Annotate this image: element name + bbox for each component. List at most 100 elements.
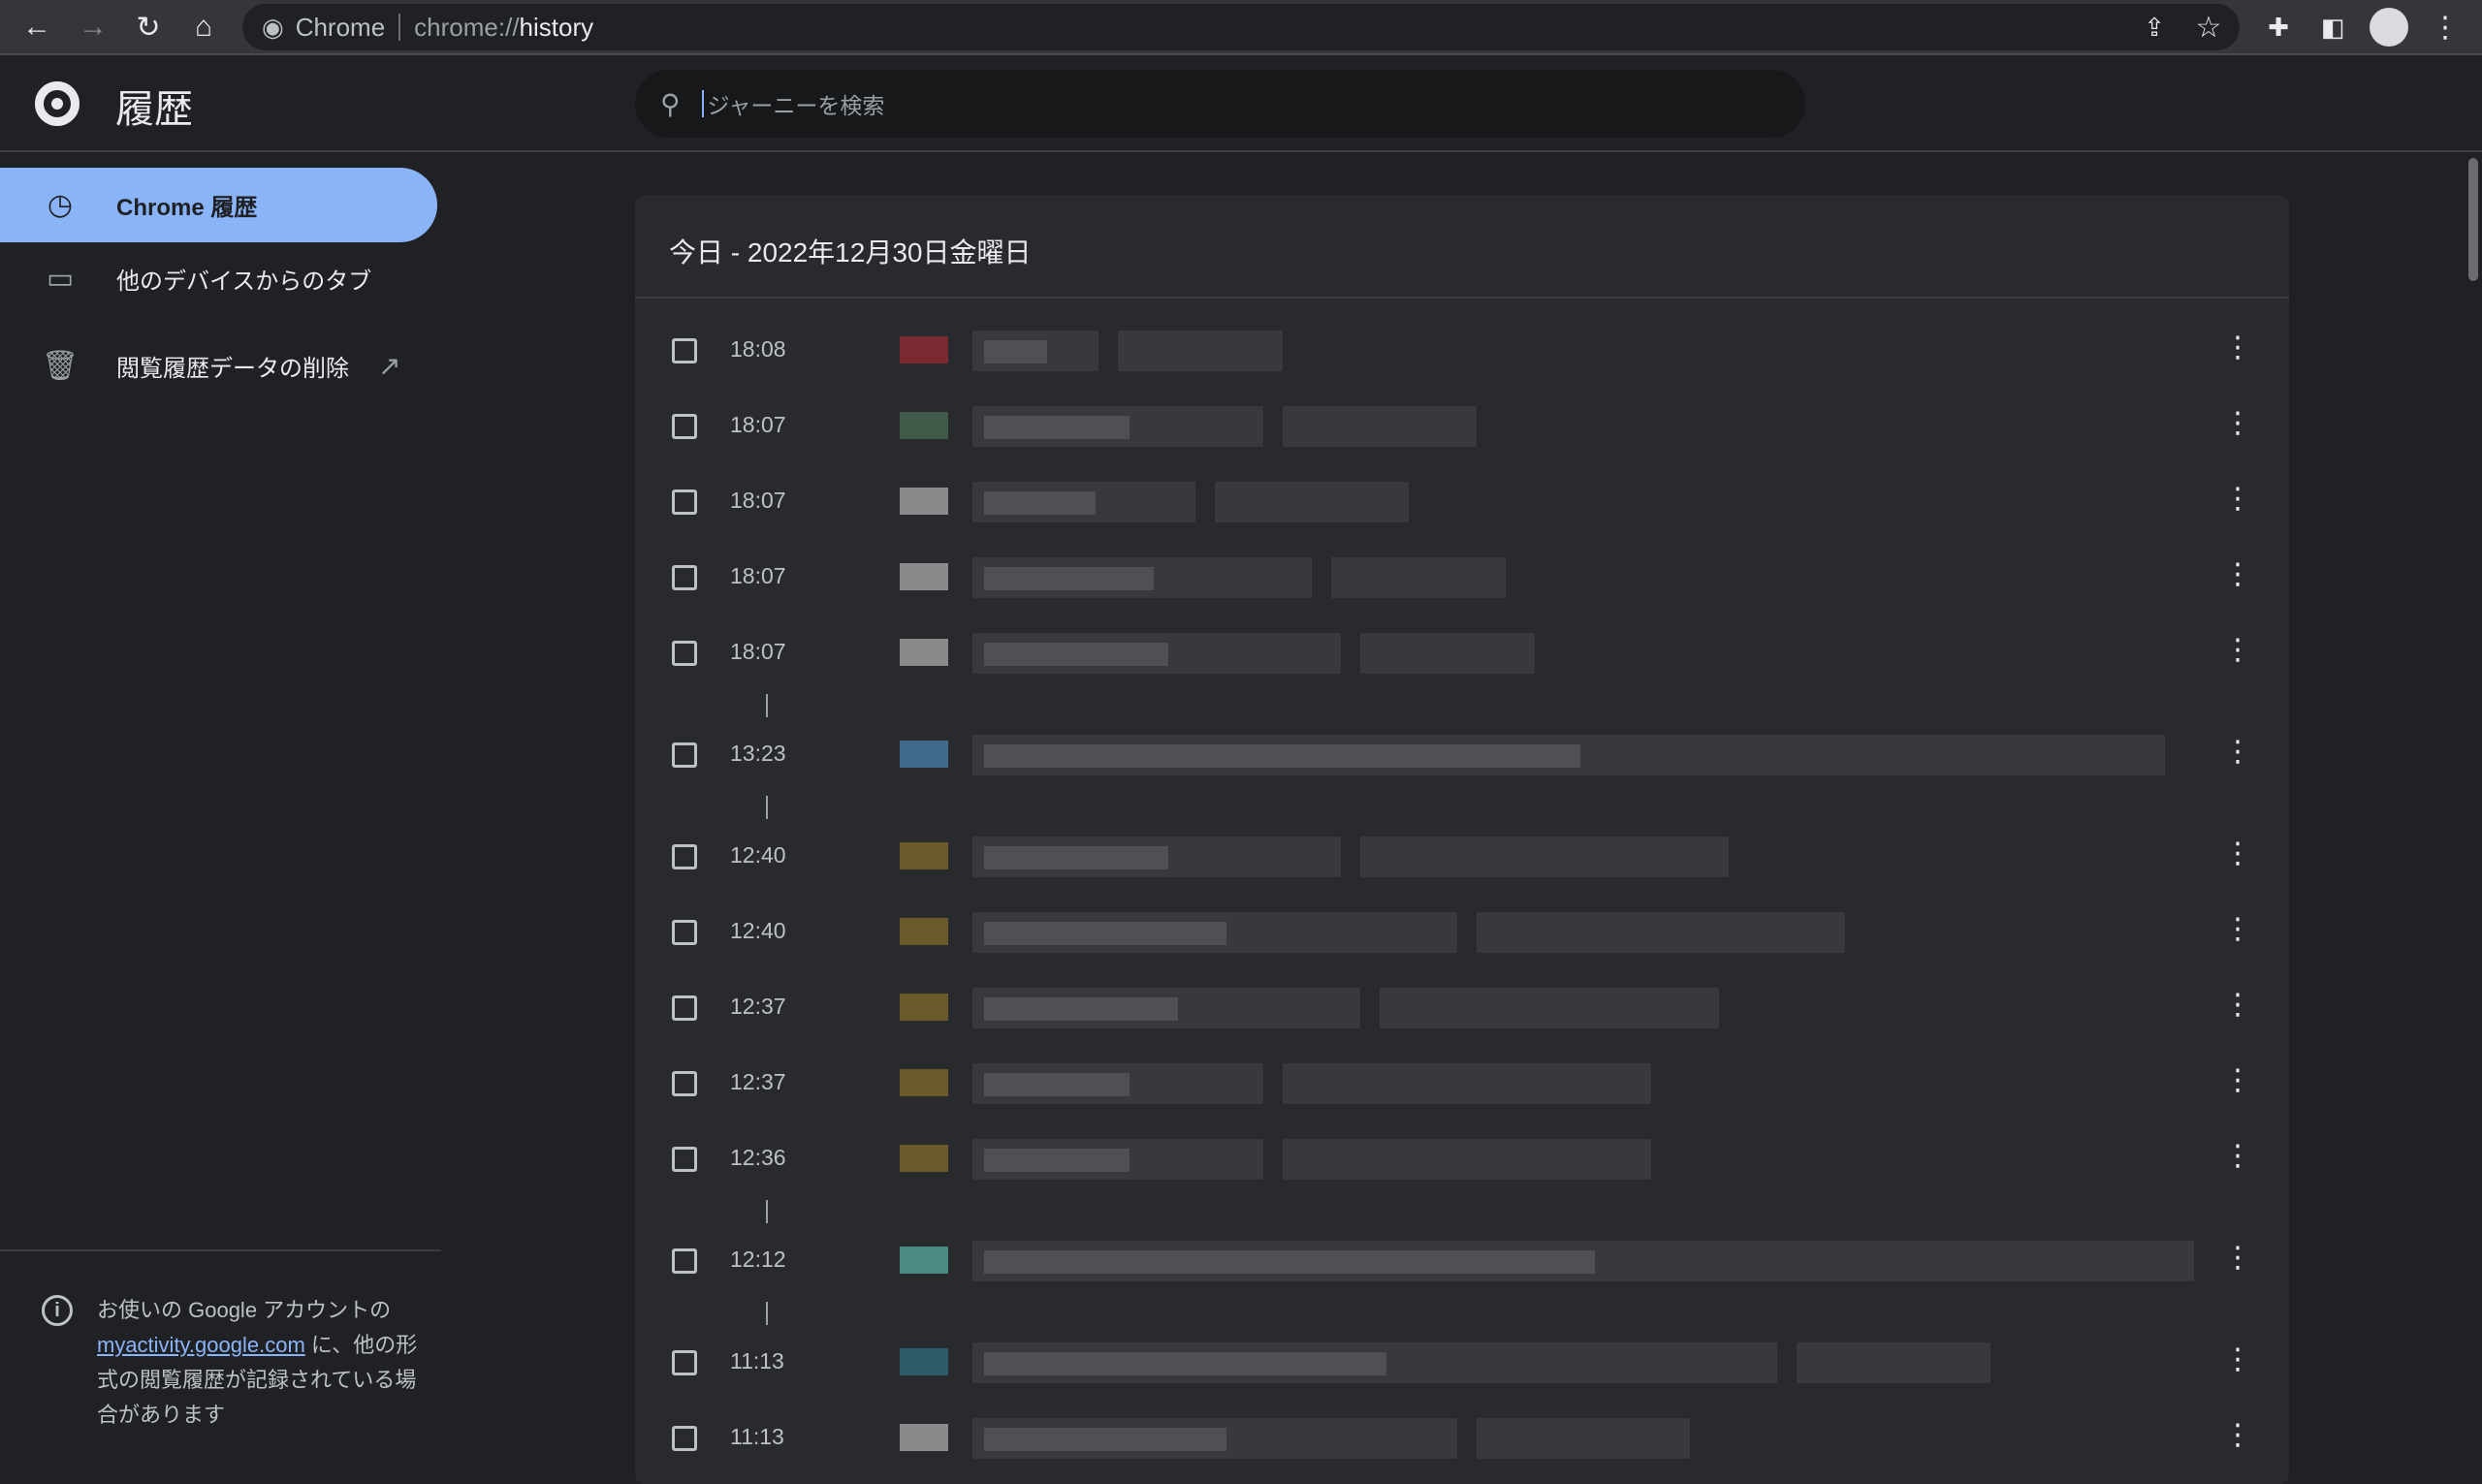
back-icon[interactable]: ← <box>17 8 56 47</box>
more-actions-icon[interactable]: ⋮ <box>2223 735 2252 769</box>
blurred-title-detail <box>984 997 1178 1021</box>
search-placeholder: ジャーニーを検索 <box>707 93 885 118</box>
blurred-title-detail <box>984 1149 1130 1172</box>
blurred-domain <box>1477 1418 1690 1459</box>
row-checkbox[interactable] <box>672 1248 697 1274</box>
star-icon[interactable]: ☆ <box>2189 8 2228 47</box>
row-checkbox[interactable] <box>672 1147 697 1172</box>
search-input[interactable]: ⚲ ジャーニーを検索 <box>635 70 1805 138</box>
row-time: 12:36 <box>730 1145 786 1170</box>
time-gap-line <box>766 796 768 819</box>
history-row[interactable]: 12:37 ⋮ <box>635 1046 2289 1121</box>
day-title: 今日 - 2022年12月30日金曜日 <box>669 237 1032 268</box>
sidebar-item-chrome-history[interactable]: ◷ Chrome 履歴 <box>0 168 437 242</box>
favicon-icon <box>900 1069 948 1096</box>
favicon-icon <box>900 994 948 1021</box>
history-row[interactable]: 18:08 ⋮ <box>635 313 2289 389</box>
row-time: 13:23 <box>730 741 786 766</box>
blurred-domain <box>1283 406 1477 447</box>
row-checkbox[interactable] <box>672 641 697 666</box>
omnibox-separator <box>398 14 401 41</box>
sidebar-item-label: Chrome 履歴 <box>116 195 258 221</box>
sidebar-item-other-devices[interactable]: ▭ 他のデバイスからのタブ <box>0 241 437 316</box>
more-actions-icon[interactable]: ⋮ <box>2223 1139 2252 1173</box>
history-row[interactable]: 11:13 ⋮ <box>635 1401 2289 1476</box>
sidebar-item-label: 他のデバイスからのタブ <box>116 268 372 295</box>
more-actions-icon[interactable]: ⋮ <box>2223 912 2252 946</box>
row-checkbox[interactable] <box>672 414 697 439</box>
favicon-icon <box>900 1424 948 1451</box>
favicon-icon <box>900 842 948 869</box>
more-actions-icon[interactable]: ⋮ <box>2223 557 2252 591</box>
time-gap-line <box>766 694 768 717</box>
more-actions-icon[interactable]: ⋮ <box>2223 406 2252 440</box>
side-panel-icon[interactable]: ◧ <box>2313 8 2352 47</box>
chrome-logo-icon <box>35 81 80 126</box>
row-checkbox[interactable] <box>672 489 697 515</box>
row-checkbox[interactable] <box>672 1350 697 1375</box>
favicon-icon <box>900 918 948 945</box>
favicon-icon <box>900 563 948 590</box>
history-row[interactable]: 11:13 ⋮ <box>635 1325 2289 1401</box>
more-actions-icon[interactable]: ⋮ <box>2223 633 2252 667</box>
history-row[interactable]: 18:07 ⋮ <box>635 540 2289 616</box>
address-bar[interactable]: ◉ Chrome chrome://history <box>242 4 2240 50</box>
extensions-icon[interactable]: ✚ <box>2259 8 2298 47</box>
history-row[interactable]: 12:12 ⋮ <box>635 1223 2289 1299</box>
history-row[interactable]: 18:07 ⋮ <box>635 616 2289 691</box>
scrollbar[interactable] <box>2468 158 2478 281</box>
blurred-title-detail <box>984 1428 1226 1451</box>
history-row[interactable]: 12:36 ⋮ <box>635 1121 2289 1197</box>
history-row[interactable]: 13:23 ⋮ <box>635 717 2289 793</box>
more-actions-icon[interactable]: ⋮ <box>2223 837 2252 870</box>
home-icon[interactable]: ⌂ <box>184 8 223 47</box>
reload-icon[interactable]: ↻ <box>129 8 168 47</box>
history-row[interactable]: 18:07 ⋮ <box>635 389 2289 464</box>
row-time: 12:37 <box>730 994 786 1019</box>
more-actions-icon[interactable]: ⋮ <box>2223 331 2252 364</box>
share-icon[interactable]: ⇪ <box>2135 8 2174 47</box>
menu-icon[interactable]: ⋮ <box>2426 8 2465 47</box>
row-time: 11:13 <box>730 1424 784 1449</box>
row-checkbox[interactable] <box>672 920 697 945</box>
history-row[interactable]: 12:40 ⋮ <box>635 819 2289 895</box>
row-checkbox[interactable] <box>672 1426 697 1451</box>
blurred-domain <box>1360 837 1729 877</box>
history-row[interactable]: 12:37 ⋮ <box>635 970 2289 1046</box>
row-checkbox[interactable] <box>672 742 697 768</box>
chrome-icon: ◉ <box>262 12 284 42</box>
row-time: 12:40 <box>730 918 786 943</box>
sidebar-item-clear-data[interactable]: 🗑 閲覧履歴データの削除 ↗ <box>0 329 437 403</box>
history-row[interactable]: 12:40 ⋮ <box>635 895 2289 970</box>
more-actions-icon[interactable]: ⋮ <box>2223 1241 2252 1275</box>
blurred-title-detail <box>984 1073 1130 1096</box>
row-checkbox[interactable] <box>672 1071 697 1096</box>
row-checkbox[interactable] <box>672 565 697 590</box>
text-caret <box>701 90 704 117</box>
blurred-domain <box>1477 912 1845 953</box>
more-actions-icon[interactable]: ⋮ <box>2223 482 2252 516</box>
blurred-domain <box>1380 988 1719 1028</box>
row-time: 12:37 <box>730 1069 786 1094</box>
avatar[interactable] <box>2370 8 2408 47</box>
row-checkbox[interactable] <box>672 338 697 363</box>
trash-icon: 🗑 <box>41 350 80 382</box>
blurred-title-detail <box>984 1250 1595 1274</box>
row-time: 12:12 <box>730 1247 786 1272</box>
more-actions-icon[interactable]: ⋮ <box>2223 1342 2252 1376</box>
blurred-title-detail <box>984 340 1047 363</box>
myactivity-link[interactable]: myactivity.google.com <box>97 1333 305 1357</box>
forward-icon[interactable]: → <box>74 8 112 47</box>
info-text: お使いの Google アカウントの <box>97 1298 392 1322</box>
more-actions-icon[interactable]: ⋮ <box>2223 1063 2252 1097</box>
row-checkbox[interactable] <box>672 995 697 1021</box>
blurred-title-detail <box>984 846 1168 869</box>
row-checkbox[interactable] <box>672 844 697 869</box>
more-actions-icon[interactable]: ⋮ <box>2223 988 2252 1022</box>
row-time: 18:07 <box>730 412 786 437</box>
history-row[interactable]: 18:07 ⋮ <box>635 464 2289 540</box>
omnibox-url-prefix: chrome:// <box>414 12 520 42</box>
blurred-title-detail <box>984 643 1168 666</box>
blurred-domain <box>1797 1342 1990 1383</box>
more-actions-icon[interactable]: ⋮ <box>2223 1418 2252 1452</box>
